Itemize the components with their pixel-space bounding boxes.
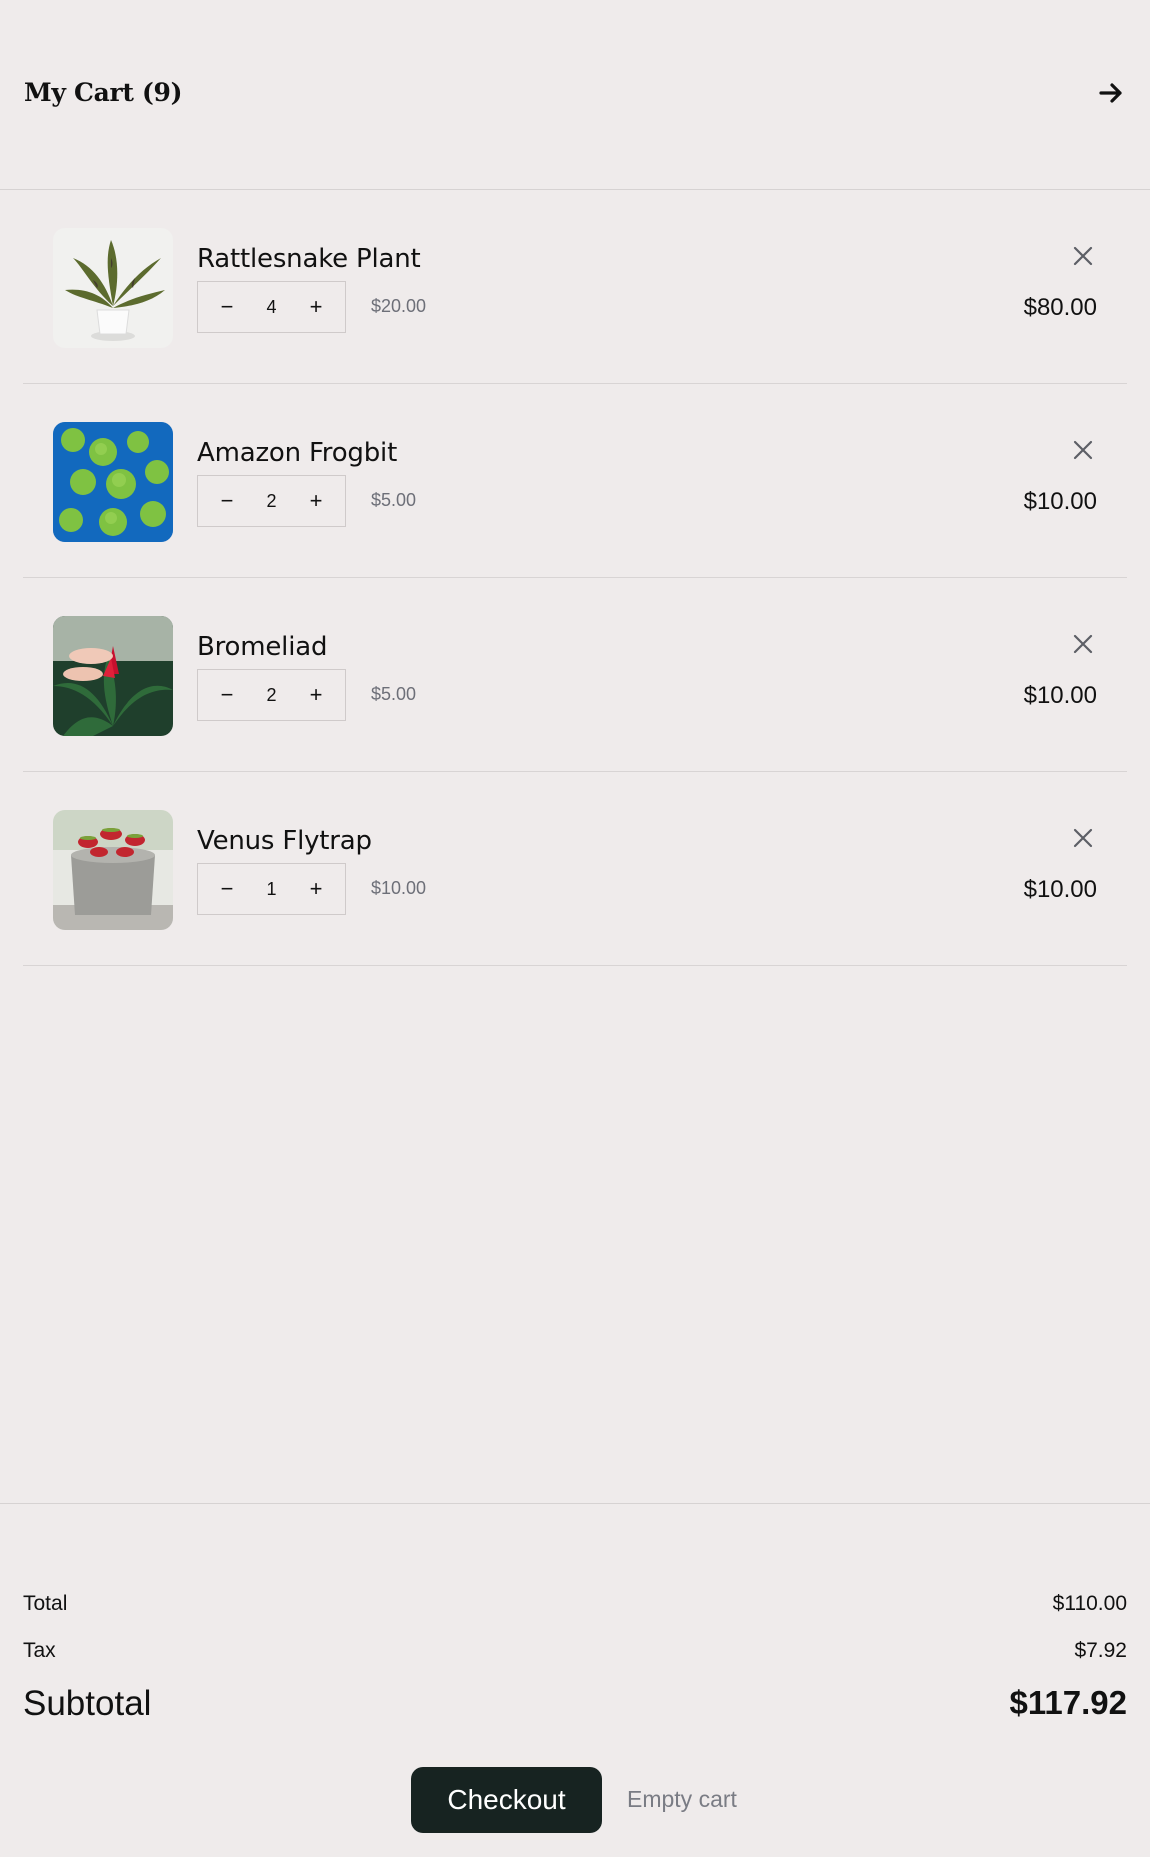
cart-item: Amazon Frogbit − 2 + $5.00 $10.00 xyxy=(23,384,1127,578)
cart-item: Venus Flytrap − 1 + $10.00 $10.00 xyxy=(23,772,1127,966)
quantity-stepper: − 2 + xyxy=(197,669,346,721)
quantity-value: 2 xyxy=(266,491,277,511)
increase-quantity-button[interactable]: + xyxy=(293,670,339,720)
cart-summary: Total $110.00 Tax $7.92 Subtotal $117.92… xyxy=(0,1503,1150,1857)
unit-price: $5.00 xyxy=(371,490,417,510)
cart-item: Bromeliad − 2 + $5.00 $10.00 xyxy=(23,578,1127,772)
unit-price: $10.00 xyxy=(371,878,427,898)
cart-header: My Cart (9) xyxy=(0,0,1150,190)
item-name: Rattlesnake Plant xyxy=(197,244,421,274)
close-icon[interactable] xyxy=(1069,824,1097,852)
cart-item: Rattlesnake Plant − 4 + $20.00 $80.00 xyxy=(23,190,1127,384)
quantity-stepper: − 4 + xyxy=(197,281,346,333)
tax-value: $7.92 xyxy=(1074,1639,1127,1662)
increase-quantity-button[interactable]: + xyxy=(293,282,339,332)
checkout-button[interactable]: Checkout xyxy=(411,1767,602,1833)
cart-items-list: Rattlesnake Plant − 4 + $20.00 $80.00 Am… xyxy=(23,190,1127,966)
line-total: $10.00 xyxy=(1023,876,1097,903)
close-icon[interactable] xyxy=(1069,436,1097,464)
close-icon[interactable] xyxy=(1069,630,1097,658)
subtotal-value: $117.92 xyxy=(1009,1684,1127,1721)
unit-price: $5.00 xyxy=(371,684,417,704)
close-icon[interactable] xyxy=(1069,242,1097,270)
line-total: $80.00 xyxy=(1023,294,1097,321)
item-name: Venus Flytrap xyxy=(197,826,372,856)
subtotal-label: Subtotal xyxy=(23,1684,152,1723)
quantity-stepper: − 1 + xyxy=(197,863,346,915)
item-name: Amazon Frogbit xyxy=(197,438,398,468)
product-image-rattlesnake-plant xyxy=(53,228,173,348)
empty-cart-button[interactable]: Empty cart xyxy=(627,1786,737,1813)
item-name: Bromeliad xyxy=(197,632,328,662)
total-label: Total xyxy=(23,1592,68,1615)
quantity-stepper: − 2 + xyxy=(197,475,346,527)
line-total: $10.00 xyxy=(1023,488,1097,515)
product-image-amazon-frogbit xyxy=(53,422,173,542)
arrow-right-icon[interactable] xyxy=(1096,78,1126,108)
quantity-value: 2 xyxy=(266,685,277,705)
cart-title: My Cart (9) xyxy=(24,78,183,107)
product-image-venus-flytrap xyxy=(53,810,173,930)
increase-quantity-button[interactable]: + xyxy=(293,864,339,914)
tax-label: Tax xyxy=(23,1639,56,1662)
unit-price: $20.00 xyxy=(371,296,427,316)
total-value: $110.00 xyxy=(1052,1592,1127,1615)
increase-quantity-button[interactable]: + xyxy=(293,476,339,526)
quantity-value: 4 xyxy=(266,297,277,317)
line-total: $10.00 xyxy=(1023,682,1097,709)
product-image-bromeliad xyxy=(53,616,173,736)
quantity-value: 1 xyxy=(266,879,277,899)
